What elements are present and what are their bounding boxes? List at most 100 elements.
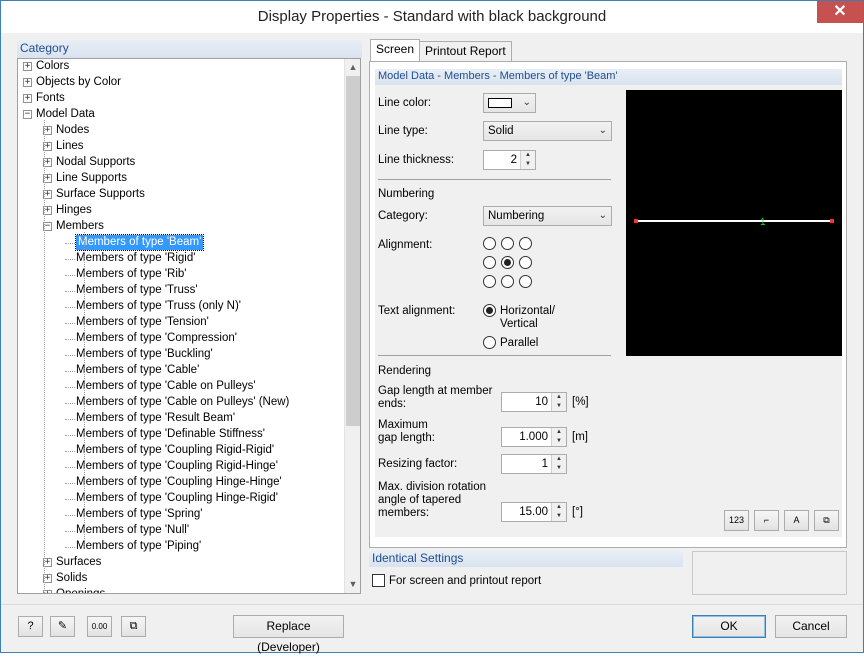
stepper-buttons[interactable]: ▲ ▼ (551, 503, 566, 521)
alignment-radio[interactable] (519, 237, 532, 250)
tree-item[interactable]: Members of type 'Truss (only N)' (18, 299, 344, 315)
tree-item[interactable]: Members of type 'Cable on Pulleys' (New) (18, 395, 344, 411)
expand-icon[interactable]: + (23, 94, 32, 103)
expand-icon[interactable]: + (23, 78, 32, 87)
tree-scrollbar[interactable]: ▲ ▼ (344, 59, 360, 593)
tree-item[interactable]: + Surfaces (18, 555, 344, 571)
tree-item[interactable]: + Objects by Color (18, 75, 344, 91)
axis-icon[interactable]: ⌐ (754, 510, 779, 531)
tree-item[interactable]: + Solids (18, 571, 344, 587)
replace-developer-button[interactable]: Replace (Developer) (233, 615, 344, 654)
stepper-up-icon[interactable]: ▲ (521, 151, 535, 160)
numbering-icon[interactable]: 123 (724, 510, 749, 531)
tree-item[interactable]: Members of type 'Spring' (18, 507, 344, 523)
text-align-horizontal-radio[interactable] (483, 304, 496, 317)
tree-item[interactable]: Members of type 'Rib' (18, 267, 344, 283)
tree-item[interactable]: Members of type 'Definable Stiffness' (18, 427, 344, 443)
tree-item[interactable]: Members of type 'Coupling Hinge-Hinge' (18, 475, 344, 491)
tree-item[interactable]: + Nodal Supports (18, 155, 344, 171)
text-align-parallel-radio[interactable] (483, 336, 496, 349)
alignment-radio[interactable] (483, 237, 496, 250)
numbering-category-select[interactable]: Numbering ⌄ (483, 206, 612, 226)
help-icon[interactable]: ? (18, 616, 43, 637)
tree-item[interactable]: + Fonts (18, 91, 344, 107)
tree-item[interactable]: + Lines (18, 139, 344, 155)
tree-item[interactable]: Members of type 'Beam' (18, 234, 344, 251)
tree-item[interactable]: Members of type 'Truss' (18, 283, 344, 299)
rotation-angle-value: 15.00 (519, 506, 548, 518)
stepper-up-icon[interactable]: ▲ (552, 455, 566, 464)
same-settings-checkbox[interactable] (372, 574, 385, 587)
tree-item[interactable]: + Surface Supports (18, 187, 344, 203)
scroll-thumb[interactable] (346, 76, 360, 426)
line-color-select[interactable]: ⌄ (483, 93, 536, 113)
copy-settings-icon[interactable]: ⧉ (814, 510, 839, 531)
cancel-button[interactable]: Cancel (775, 615, 847, 638)
tree-item[interactable]: + Hinges (18, 203, 344, 219)
tree-item-label: Fonts (36, 92, 65, 104)
scroll-down-icon[interactable]: ▼ (345, 576, 360, 592)
numbering-title: Numbering (378, 188, 435, 200)
stepper-buttons[interactable]: ▲ ▼ (551, 428, 566, 446)
tree-item[interactable]: Members of type 'Coupling Rigid-Rigid' (18, 443, 344, 459)
tree-item[interactable]: Members of type 'Cable' (18, 363, 344, 379)
edit-icon[interactable]: ✎ (50, 616, 75, 637)
tree-item[interactable]: + Nodes (18, 123, 344, 139)
tree-item[interactable]: Members of type 'Compression' (18, 331, 344, 347)
expand-icon[interactable]: + (23, 62, 32, 71)
alignment-radio[interactable] (483, 256, 496, 269)
tree-item[interactable]: + Colors (18, 59, 344, 75)
collapse-icon[interactable]: − (23, 110, 32, 119)
tab-screen[interactable]: Screen (370, 39, 421, 61)
max-gap-stepper[interactable]: 1.000 ▲ ▼ (501, 427, 567, 447)
model-data-group: Line color: ⌄ Line type: Solid ⌄ Line th… (375, 85, 842, 537)
tree-item[interactable]: Members of type 'Rigid' (18, 251, 344, 267)
stepper-down-icon[interactable]: ▼ (552, 437, 566, 446)
tree-connector (65, 419, 75, 420)
chevron-down-icon: ⌄ (522, 97, 531, 108)
tree-item[interactable]: Members of type 'Coupling Rigid-Hinge' (18, 459, 344, 475)
font-color-icon[interactable]: A (784, 510, 809, 531)
stepper-buttons[interactable]: ▲ ▼ (520, 151, 535, 169)
resizing-factor-stepper[interactable]: 1 ▲ ▼ (501, 454, 567, 474)
tree-item[interactable]: Members of type 'Result Beam' (18, 411, 344, 427)
gap-length-stepper[interactable]: 10 ▲ ▼ (501, 392, 567, 412)
alignment-radio[interactable] (501, 256, 514, 269)
alignment-radio[interactable] (519, 256, 532, 269)
tree-item[interactable]: − Members (18, 219, 344, 235)
stepper-up-icon[interactable]: ▲ (552, 503, 566, 512)
alignment-radio[interactable] (483, 275, 496, 288)
rotation-angle-stepper[interactable]: 15.00 ▲ ▼ (501, 502, 567, 522)
tree-guide-members (84, 232, 85, 547)
tree-item[interactable]: Members of type 'Cable on Pulleys' (18, 379, 344, 395)
line-type-select[interactable]: Solid ⌄ (483, 121, 612, 141)
stepper-down-icon[interactable]: ▼ (521, 160, 535, 169)
tab-printout-report[interactable]: Printout Report (419, 41, 512, 61)
stepper-up-icon[interactable]: ▲ (552, 428, 566, 437)
tree-item[interactable]: Members of type 'Tension' (18, 315, 344, 331)
tree-item[interactable]: Members of type 'Piping' (18, 539, 344, 555)
stepper-buttons[interactable]: ▲ ▼ (551, 455, 566, 473)
tree-item[interactable]: + Line Supports (18, 171, 344, 187)
line-thickness-stepper[interactable]: 2 ▲ ▼ (483, 150, 536, 170)
units-icon[interactable]: 0.00 (87, 616, 112, 637)
stepper-down-icon[interactable]: ▼ (552, 402, 566, 411)
tree-item[interactable]: Members of type 'Null' (18, 523, 344, 539)
tree-item[interactable]: − Model Data (18, 107, 344, 123)
ok-button[interactable]: OK (692, 615, 766, 638)
text-alignment-label: Text alignment: (378, 305, 456, 317)
copy-icon[interactable]: ⧉ (121, 616, 146, 637)
tree-item-label: Members of type 'Result Beam' (76, 412, 236, 424)
tree-item[interactable]: Members of type 'Coupling Hinge-Rigid' (18, 491, 344, 507)
stepper-buttons[interactable]: ▲ ▼ (551, 393, 566, 411)
scroll-up-icon[interactable]: ▲ (345, 59, 360, 75)
alignment-radio[interactable] (519, 275, 532, 288)
alignment-radio[interactable] (501, 237, 514, 250)
tree-item[interactable]: +Openings (18, 587, 344, 593)
alignment-radio[interactable] (501, 275, 514, 288)
stepper-down-icon[interactable]: ▼ (552, 464, 566, 473)
stepper-up-icon[interactable]: ▲ (552, 393, 566, 402)
stepper-down-icon[interactable]: ▼ (552, 512, 566, 521)
tree-item[interactable]: Members of type 'Buckling' (18, 347, 344, 363)
close-button[interactable]: ✕ (817, 1, 863, 23)
